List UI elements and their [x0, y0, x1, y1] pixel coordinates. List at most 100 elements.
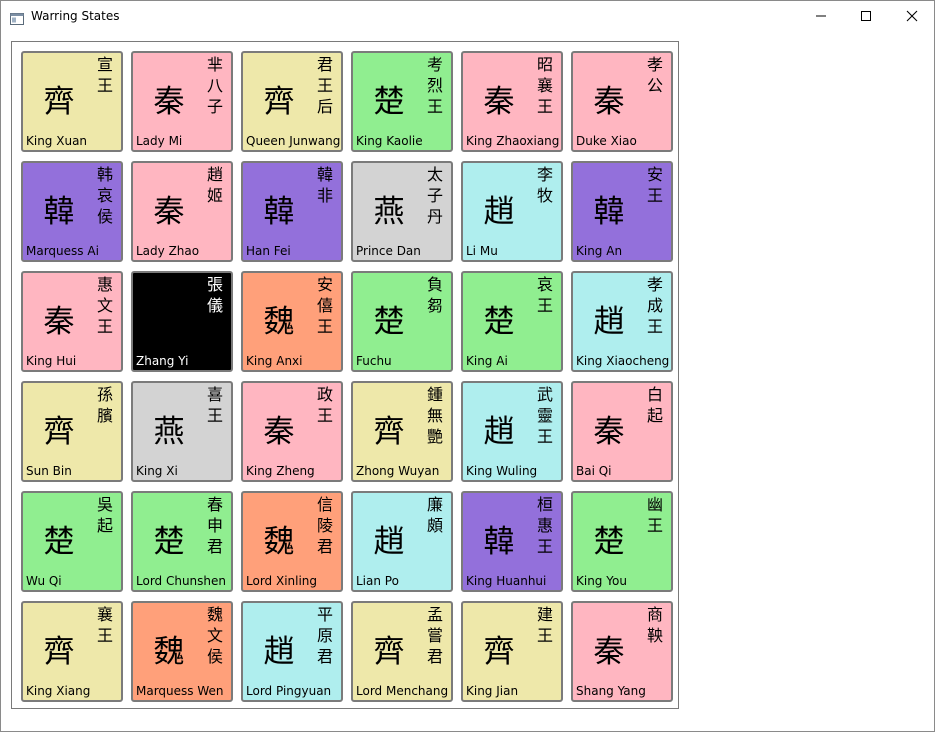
english-name: King Kaolie	[356, 134, 423, 148]
tile[interactable]: 韓安王 King An	[571, 161, 673, 262]
english-name: Li Mu	[466, 244, 498, 258]
tile[interactable]: 齊宣王 King Xuan	[21, 51, 123, 152]
tile[interactable]: 秦趙姬 Lady Zhao	[131, 161, 233, 262]
tile[interactable]: 趙李牧 Li Mu	[461, 161, 563, 262]
english-name: Queen Junwang	[246, 134, 341, 148]
state-character: 齊	[43, 634, 75, 670]
minimize-button[interactable]	[798, 1, 843, 31]
tile[interactable]: 韓韓非 Han Fei	[241, 161, 343, 262]
english-name: Lian Po	[356, 574, 399, 588]
state-character: 齊	[263, 84, 295, 120]
english-name: Lord Xinling	[246, 574, 318, 588]
state-character: 秦	[593, 414, 625, 450]
chinese-name: 孝成王	[646, 275, 663, 336]
tile[interactable]: 魏 安僖王 King Anxi	[241, 271, 343, 372]
state-character: 齊	[373, 634, 405, 670]
chinese-name: 韩哀侯	[96, 165, 113, 226]
english-name: King Xiang	[26, 684, 91, 698]
english-name: Sun Bin	[26, 464, 72, 478]
tile[interactable]: 楚幽王 King You	[571, 491, 673, 592]
chinese-name: 平原君	[316, 605, 333, 666]
state-character: 秦	[153, 194, 185, 230]
chinese-name: 魏文侯	[206, 605, 223, 666]
english-name: Marquess Wen	[136, 684, 224, 698]
tile[interactable]: 秦 惠文王 King Hui	[21, 271, 123, 372]
tile[interactable]: 魏 魏文侯 Marquess Wen	[131, 601, 233, 702]
tile[interactable]: 齊孫臏 Sun Bin	[21, 381, 123, 482]
chinese-name: 張儀	[206, 275, 223, 315]
state-character: 趙	[373, 524, 405, 560]
chinese-name: 負芻	[426, 275, 443, 315]
chinese-name: 趙姬	[206, 165, 223, 205]
state-character: 秦	[263, 414, 295, 450]
english-name: Zhang Yi	[136, 354, 189, 368]
maximize-icon	[861, 11, 871, 21]
tile[interactable]: 燕 太子丹 Prince Dan	[351, 161, 453, 262]
tile[interactable]: 齊 君王后 Queen Junwang	[241, 51, 343, 152]
state-character: 韓	[593, 194, 625, 230]
english-name: King You	[576, 574, 627, 588]
tile[interactable]: 楚 考烈王 King Kaolie	[351, 51, 453, 152]
maximize-button[interactable]	[843, 1, 888, 31]
english-name: King An	[576, 244, 623, 258]
tile[interactable]: 趙 孝成王 King Xiaocheng	[571, 271, 673, 372]
state-character: 魏	[153, 634, 185, 670]
english-name: Prince Dan	[356, 244, 421, 258]
chinese-name: 芈八子	[206, 55, 223, 116]
tile[interactable]: 趙 武靈王 King Wuling	[461, 381, 563, 482]
chinese-name: 安王	[646, 165, 663, 205]
state-character: 韓	[483, 524, 515, 560]
tile[interactable]: 楚哀王 King Ai	[461, 271, 563, 372]
chinese-name: 哀王	[536, 275, 553, 315]
tile[interactable]: 趙 平原君 Lord Pingyuan	[241, 601, 343, 702]
tile-selected[interactable]: 張儀 Zhang Yi	[131, 271, 233, 372]
tile[interactable]: 秦白起 Bai Qi	[571, 381, 673, 482]
tile[interactable]: 楚 春申君 Lord Chunshen	[131, 491, 233, 592]
english-name: Fuchu	[356, 354, 392, 368]
english-name: Marquess Ai	[26, 244, 99, 258]
chinese-name: 太子丹	[426, 165, 443, 226]
tile[interactable]: 齊 孟嘗君 Lord Menchang	[351, 601, 453, 702]
chinese-name: 政王	[316, 385, 333, 425]
tile[interactable]: 韓 韩哀侯 Marquess Ai	[21, 161, 123, 262]
state-character: 齊	[43, 414, 75, 450]
close-button[interactable]	[889, 1, 934, 31]
tile[interactable]: 秦 芈八子 Lady Mi	[131, 51, 233, 152]
tile[interactable]: 秦孝公 Duke Xiao	[571, 51, 673, 152]
tile[interactable]: 秦政王 King Zheng	[241, 381, 343, 482]
chinese-name: 襄王	[96, 605, 113, 645]
tile[interactable]: 秦 昭襄王 King Zhaoxiang	[461, 51, 563, 152]
minimize-icon	[816, 15, 826, 17]
state-character: 楚	[373, 304, 405, 340]
state-character: 齊	[43, 84, 75, 120]
tile[interactable]: 秦商鞅 Shang Yang	[571, 601, 673, 702]
tile[interactable]: 齊建王 King Jian	[461, 601, 563, 702]
tile[interactable]: 楚吳起 Wu Qi	[21, 491, 123, 592]
chinese-name: 昭襄王	[536, 55, 553, 116]
tile[interactable]: 齊襄王 King Xiang	[21, 601, 123, 702]
chinese-name: 君王后	[316, 55, 333, 116]
english-name: King Zhaoxiang	[466, 134, 560, 148]
title-bar[interactable]: Warring States	[1, 1, 934, 31]
window-title: Warring States	[31, 9, 120, 23]
tile[interactable]: 趙廉頗 Lian Po	[351, 491, 453, 592]
english-name: Lord Menchang	[356, 684, 449, 698]
english-name: King Xi	[136, 464, 178, 478]
state-character: 趙	[483, 414, 515, 450]
english-name: Shang Yang	[576, 684, 646, 698]
state-character: 秦	[153, 84, 185, 120]
english-name: King Wuling	[466, 464, 538, 478]
state-character: 楚	[43, 524, 75, 560]
tile[interactable]: 韓 桓惠王 King Huanhui	[461, 491, 563, 592]
english-name: King Huanhui	[466, 574, 547, 588]
english-name: Duke Xiao	[576, 134, 637, 148]
chinese-name: 商鞅	[646, 605, 663, 645]
tile[interactable]: 齊 鍾無艷 Zhong Wuyan	[351, 381, 453, 482]
english-name: King Xiaocheng	[576, 354, 670, 368]
state-character: 燕	[373, 194, 405, 230]
chinese-name: 春申君	[206, 495, 223, 556]
state-character: 魏	[263, 524, 295, 560]
tile[interactable]: 燕喜王 King Xi	[131, 381, 233, 482]
tile[interactable]: 楚負芻 Fuchu	[351, 271, 453, 372]
tile[interactable]: 魏 信陵君 Lord Xinling	[241, 491, 343, 592]
